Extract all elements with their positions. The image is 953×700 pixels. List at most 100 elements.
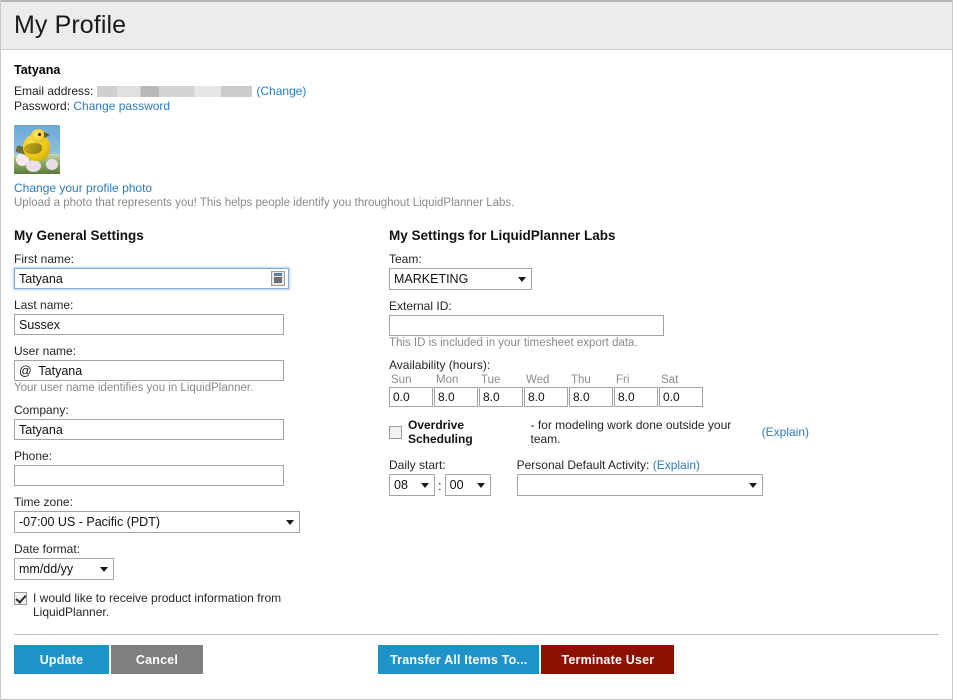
default-activity-select[interactable] [516, 474, 763, 496]
user-name-hint: Your user name identifies you in LiquidP… [14, 382, 254, 394]
daily-start-minute-select[interactable]: 00 [444, 474, 491, 496]
last-name-input[interactable] [14, 314, 284, 335]
avatar-wrapper[interactable] [14, 125, 939, 174]
availability-input-sat[interactable] [659, 387, 703, 407]
daily-start-label: Daily start: [389, 458, 446, 472]
autofill-contact-icon[interactable] [271, 271, 285, 286]
day-header: Sun [391, 374, 412, 386]
daily-start-hour-wrapper: 08 [389, 474, 435, 496]
daily-start-controls: 08 : 00 [389, 474, 491, 496]
email-change-link[interactable]: Change [260, 84, 302, 99]
overdrive-explain-paren-close: ) [805, 425, 809, 439]
day-header: Wed [526, 374, 550, 386]
email-change-paren-close: ) [302, 84, 307, 98]
newsletter-label: I would like to receive product informat… [33, 591, 282, 619]
daily-start-block: Daily start: 08 : 00 [389, 458, 491, 496]
user-name-input[interactable] [14, 360, 284, 381]
last-name-label: Last name: [14, 298, 74, 312]
availability-input-fri[interactable] [614, 387, 658, 407]
photo-hint: Upload a photo that represents you! This… [14, 197, 515, 209]
external-id-input[interactable] [389, 315, 664, 336]
profile-page: My Profile Tatyana Email address: (Chang… [0, 0, 953, 700]
avatar-bird-eye [38, 133, 41, 136]
day-header: Tue [481, 374, 501, 386]
default-activity-label: Personal Default Activity: (Explain) [517, 458, 763, 472]
first-name-input-wrapper [14, 268, 289, 289]
general-settings-column: My General Settings First name: Last nam… [14, 228, 389, 619]
external-id-label: External ID: [389, 299, 452, 313]
overdrive-explain-link[interactable]: Explain [766, 425, 805, 439]
change-profile-photo-link[interactable]: Change your profile photo [14, 181, 152, 195]
first-name-group: First name: [14, 252, 389, 289]
last-name-group: Last name: [14, 298, 389, 335]
team-select[interactable]: MARKETING [389, 268, 532, 290]
availability-input-thu[interactable] [569, 387, 613, 407]
availability-label: Availability (hours): [389, 358, 491, 372]
time-zone-group: Time zone: -07:00 US - Pacific (PDT) [14, 495, 389, 533]
team-group: Team: MARKETING [389, 252, 809, 290]
default-activity-explain-link[interactable]: Explain [657, 458, 696, 472]
day-header: Thu [571, 374, 591, 386]
time-zone-select-wrapper: -07:00 US - Pacific (PDT) [14, 511, 300, 533]
daily-start-hour-select[interactable]: 08 [389, 474, 435, 496]
overdrive-row: Overdrive Scheduling - for modeling work… [389, 418, 809, 446]
company-label: Company: [14, 403, 69, 417]
date-format-group: Date format: mm/dd/yy [14, 542, 389, 580]
general-settings-heading: My General Settings [14, 228, 144, 243]
avatar[interactable] [14, 125, 60, 174]
company-group: Company: [14, 403, 389, 440]
newsletter-row[interactable]: I would like to receive product informat… [14, 591, 389, 619]
email-label: Email address: [14, 84, 94, 98]
user-name-label: User name: [14, 344, 77, 358]
first-name-label: First name: [14, 252, 75, 266]
newsletter-checkbox[interactable] [14, 592, 27, 605]
team-label: Team: [389, 252, 422, 266]
avatar-blossom-icon [26, 160, 41, 172]
availability-day: Mon [434, 374, 479, 407]
day-header: Mon [436, 374, 459, 386]
phone-label: Phone: [14, 449, 53, 463]
availability-day: Sun [389, 374, 434, 407]
default-activity-select-wrapper [516, 474, 763, 496]
email-row: Email address: (Change) [14, 84, 939, 99]
workspace-settings-heading: My Settings for LiquidPlanner Labs [389, 228, 616, 243]
password-label: Password: [14, 99, 71, 113]
footer-actions: Update Cancel Transfer All Items To... T… [1, 645, 952, 675]
change-photo-row: Change your profile photo [14, 181, 939, 195]
phone-group: Phone: [14, 449, 389, 486]
time-separator: : [438, 477, 442, 493]
avatar-bird-wing [24, 143, 42, 154]
availability-day: Fri [614, 374, 659, 407]
footer-primary-actions: Update Cancel [14, 645, 203, 674]
password-row: Password: Change password [14, 99, 939, 114]
time-zone-select[interactable]: -07:00 US - Pacific (PDT) [14, 511, 300, 533]
availability-input-mon[interactable] [434, 387, 478, 407]
cancel-button[interactable]: Cancel [111, 645, 203, 674]
date-format-select-wrapper: mm/dd/yy [14, 558, 114, 580]
terminate-user-button[interactable]: Terminate User [541, 645, 675, 674]
date-format-select[interactable]: mm/dd/yy [14, 558, 114, 580]
page-content: Tatyana Email address: (Change) Password… [1, 50, 952, 619]
account-display-name: Tatyana [14, 63, 61, 77]
availability-day: Thu [569, 374, 614, 407]
availability-input-sun[interactable] [389, 387, 433, 407]
team-select-wrapper: MARKETING [389, 268, 532, 290]
transfer-all-items-button[interactable]: Transfer All Items To... [378, 645, 540, 674]
availability-input-tue[interactable] [479, 387, 523, 407]
phone-input[interactable] [14, 465, 284, 486]
availability-input-wed[interactable] [524, 387, 568, 407]
day-header: Sat [661, 374, 679, 386]
availability-day: Wed [524, 374, 569, 407]
user-name-group: User name: Your user name identifies you… [14, 344, 389, 394]
first-name-input[interactable] [14, 268, 289, 289]
update-button[interactable]: Update [14, 645, 109, 674]
avatar-blossom-icon [46, 159, 58, 170]
overdrive-checkbox[interactable] [389, 425, 402, 439]
company-input[interactable] [14, 419, 284, 440]
default-activity-label-text: Personal Default Activity: [516, 458, 653, 472]
change-password-link[interactable]: Change password [73, 99, 170, 114]
page-header: My Profile [1, 0, 952, 50]
page-title: My Profile [14, 11, 127, 39]
daily-start-minute-wrapper: 00 [444, 474, 491, 496]
settings-columns: My General Settings First name: Last nam… [14, 228, 939, 619]
